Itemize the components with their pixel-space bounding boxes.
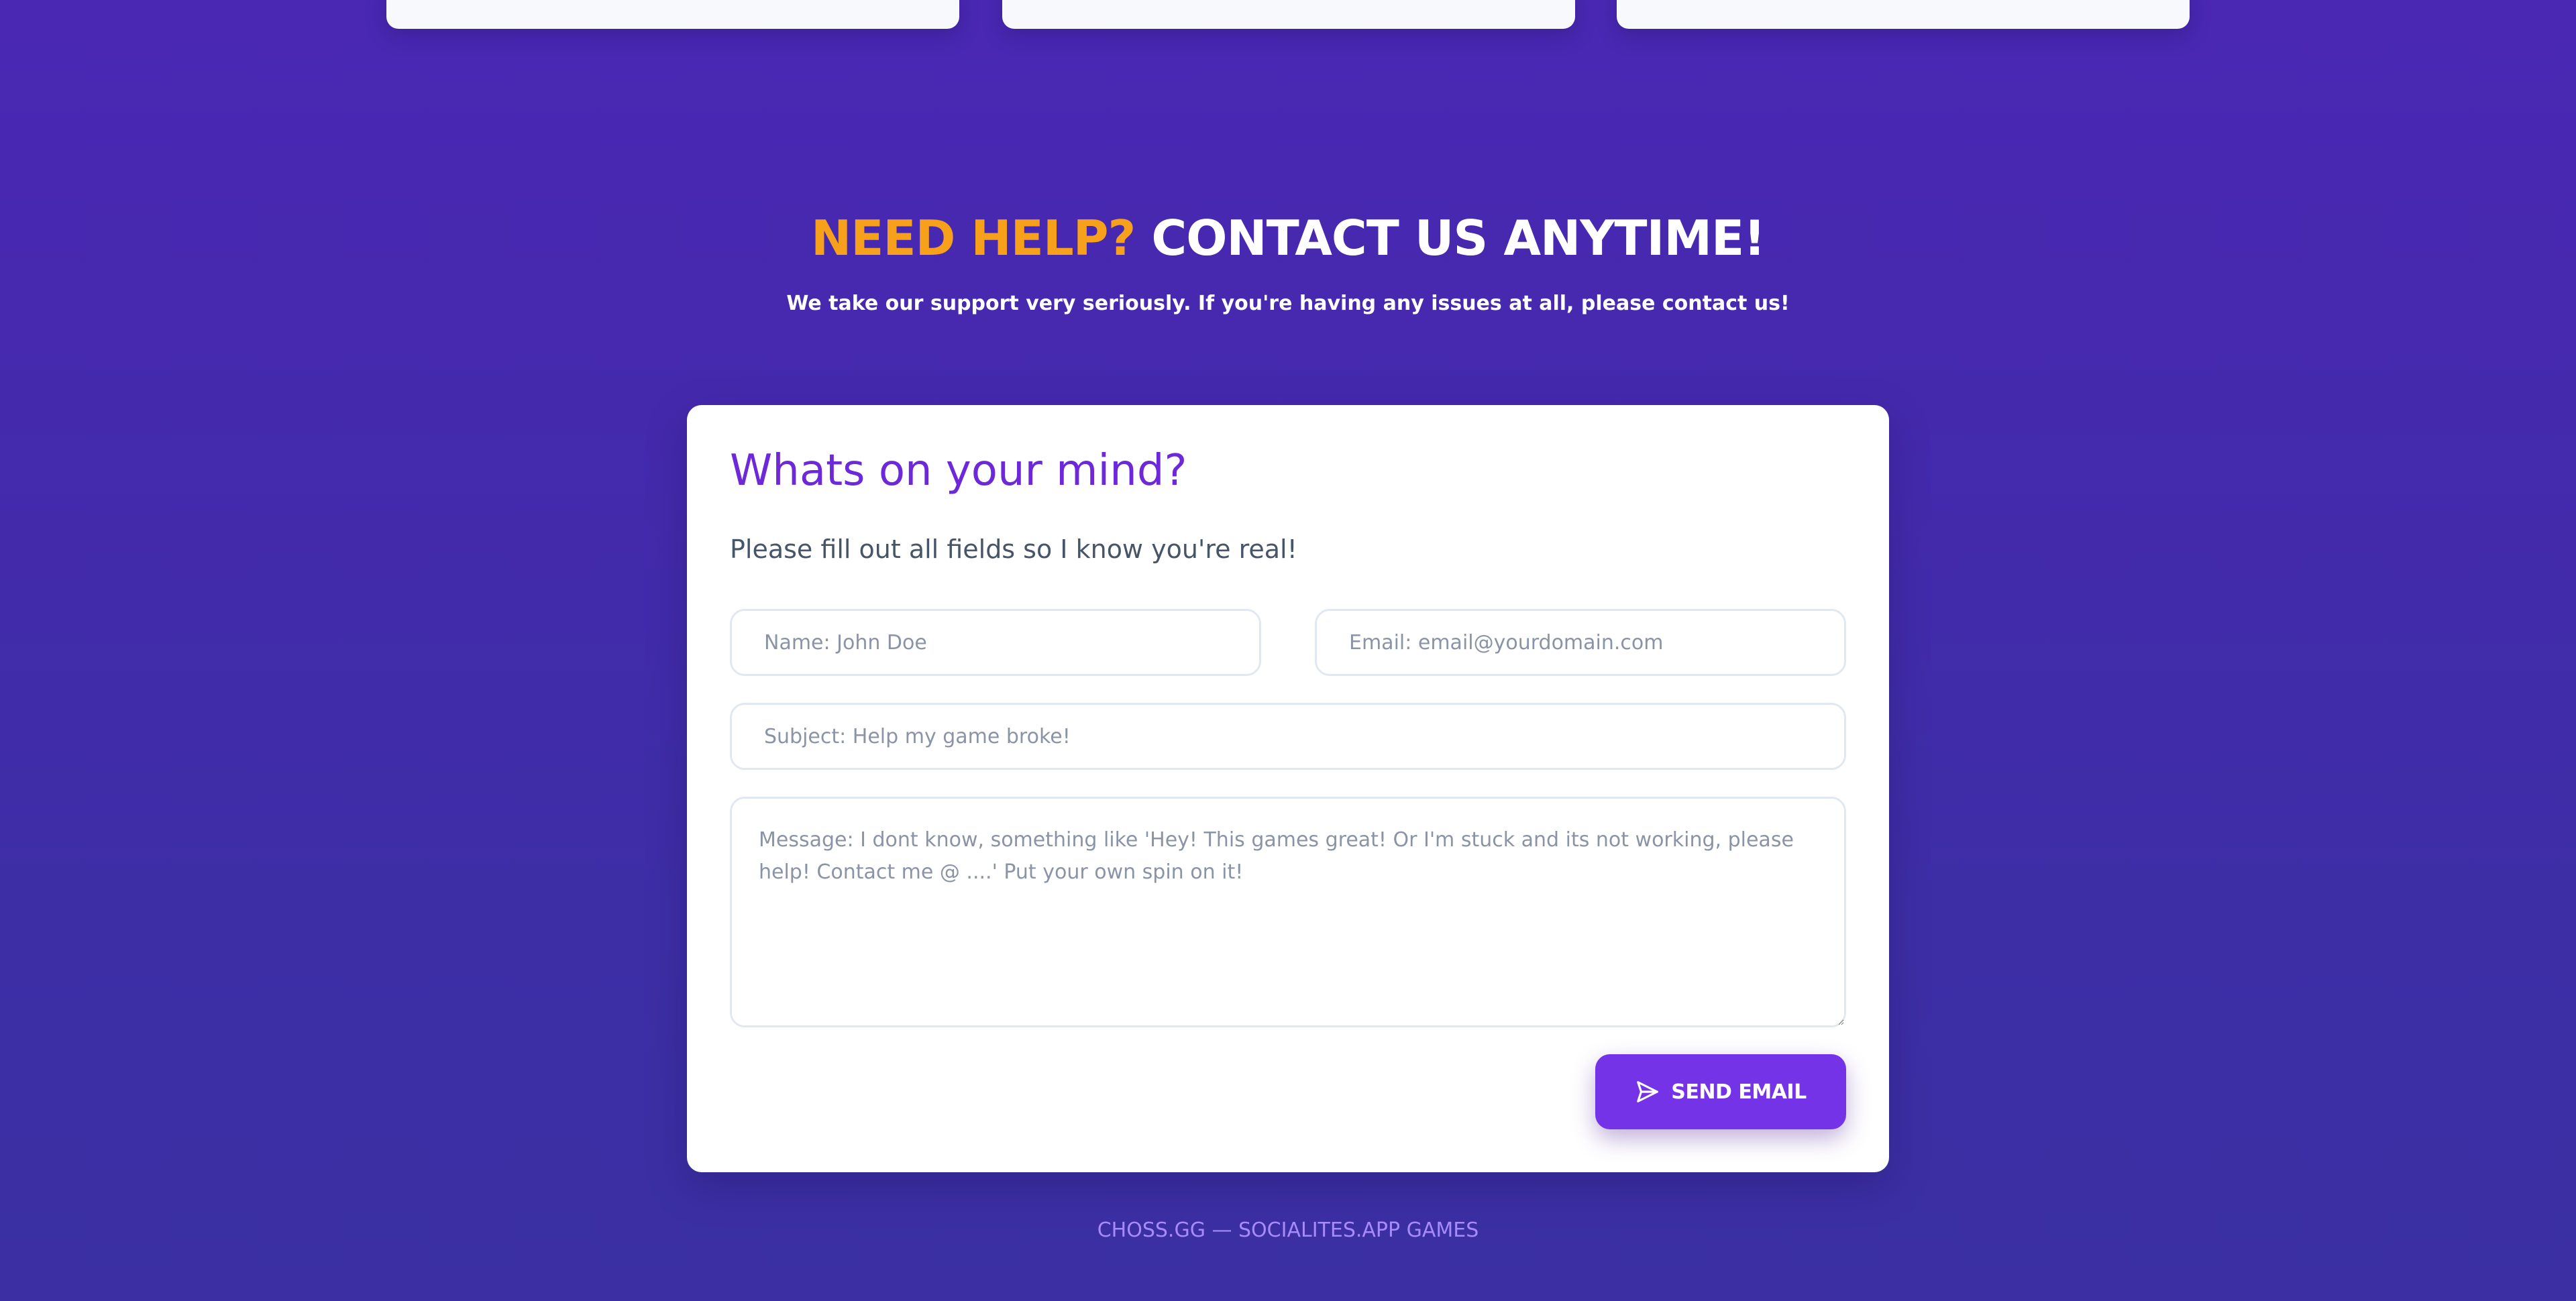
form-title: Whats on your mind? (730, 446, 1187, 496)
feature-card (1002, 0, 1575, 29)
contact-form: Whats on your mind? Please fill out all … (687, 405, 1889, 1172)
name-field[interactable] (730, 609, 1261, 676)
form-instruction: Please fill out all fields so I know you… (730, 534, 1297, 564)
footer-text: CHOSS.GG — SOCIALITES.APP GAMES (1097, 1219, 1479, 1242)
subject-field[interactable] (730, 703, 1846, 770)
feature-card (1617, 0, 2190, 29)
send-email-label: SEND EMAIL (1671, 1080, 1807, 1104)
contact-heading: NEED HELP? CONTACT US ANYTIME! (0, 201, 2576, 275)
send-email-button[interactable]: SEND EMAIL (1595, 1054, 1846, 1129)
message-field[interactable] (730, 797, 1846, 1027)
send-icon (1635, 1079, 1660, 1105)
contact-subtitle: We take our support very seriously. If y… (786, 292, 1790, 315)
feature-card (386, 0, 959, 29)
contact-heading-accent: NEED HELP? (810, 210, 1136, 266)
contact-heading-main: CONTACT US ANYTIME! (1151, 210, 1766, 266)
email-field[interactable] (1315, 609, 1846, 676)
